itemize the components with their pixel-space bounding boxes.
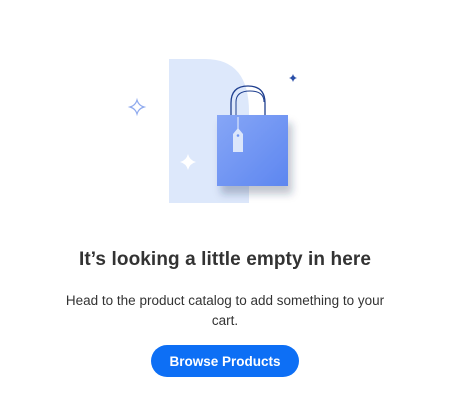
empty-cart-state: It’s looking a little empty in here Head… <box>0 0 450 411</box>
browse-products-button[interactable]: Browse Products <box>151 345 299 377</box>
sparkle-outline-icon <box>127 97 147 117</box>
sparkle-small-icon <box>289 74 297 82</box>
empty-cart-illustration <box>127 59 297 203</box>
empty-cart-message: Head to the product catalog to add somet… <box>65 293 385 328</box>
empty-cart-heading: It’s looking a little empty in here <box>78 249 372 270</box>
